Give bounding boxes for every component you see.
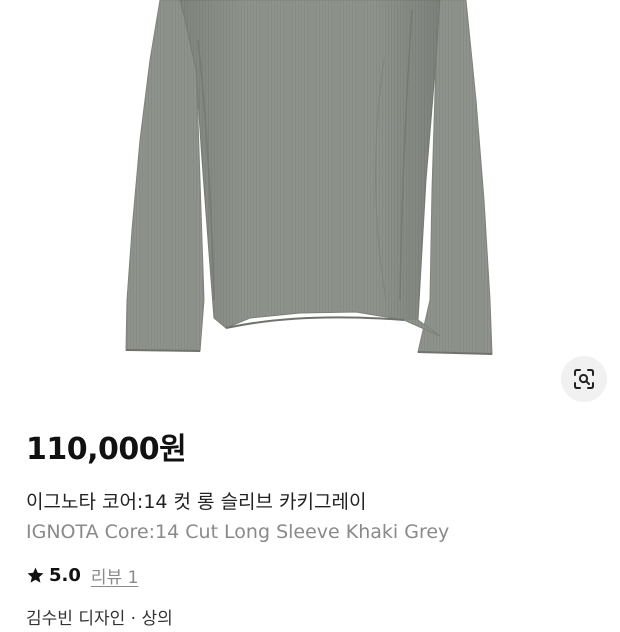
rating-row: 5.0 리뷰 1 bbox=[26, 561, 138, 589]
product-name-korean: 이그노타 코어:14 컷 롱 슬리브 카키그레이 bbox=[26, 491, 367, 513]
lens-search-button[interactable] bbox=[561, 356, 607, 402]
garment-illustration bbox=[125, 0, 493, 355]
star-icon bbox=[27, 567, 44, 583]
review-count-link[interactable]: 리뷰 1 bbox=[91, 563, 139, 588]
product-image[interactable] bbox=[0, 0, 620, 410]
seller-category-line: 김수빈 디자인 · 상의 bbox=[26, 609, 173, 629]
lens-search-icon bbox=[574, 369, 594, 389]
product-price: 110,000원 bbox=[26, 432, 187, 467]
rating-value: 5.0 bbox=[49, 564, 81, 586]
product-name-english: IGNOTA Core:14 Cut Long Sleeve Khaki Gre… bbox=[26, 521, 450, 543]
